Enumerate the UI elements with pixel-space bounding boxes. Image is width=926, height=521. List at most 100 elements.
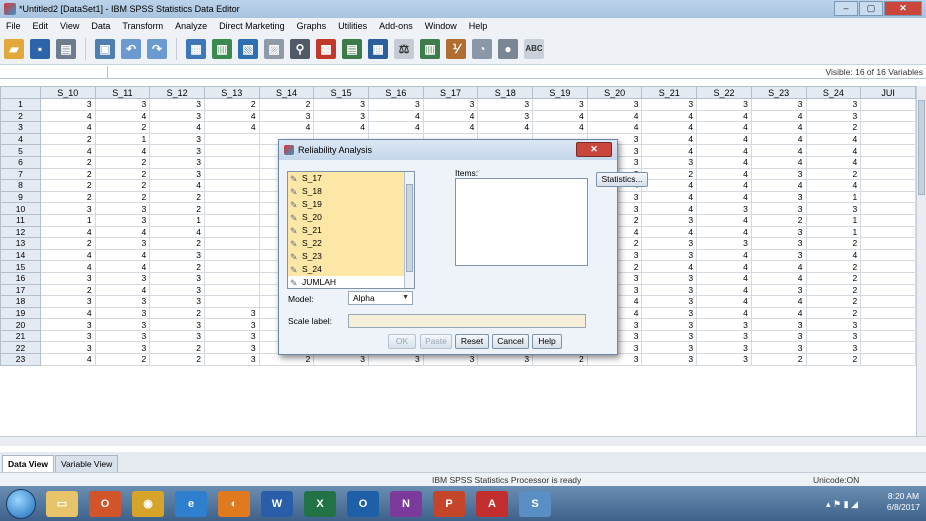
data-cell[interactable]: 2 bbox=[94, 190, 151, 204]
data-cell[interactable]: 4 bbox=[368, 121, 424, 134]
model-select[interactable]: Alpha ▼ bbox=[348, 291, 413, 305]
data-cell[interactable]: 4 bbox=[641, 132, 698, 146]
data-cell[interactable]: 2 bbox=[750, 353, 807, 366]
data-cell[interactable]: 3 bbox=[696, 202, 752, 215]
data-cell[interactable]: 2 bbox=[39, 190, 96, 204]
row-header[interactable]: 3 bbox=[0, 121, 41, 134]
tab-variable-view[interactable]: Variable View bbox=[55, 455, 119, 472]
data-cell[interactable] bbox=[860, 248, 916, 262]
column-header[interactable]: S_21 bbox=[641, 86, 698, 99]
data-cell[interactable] bbox=[203, 295, 260, 308]
data-cell[interactable] bbox=[860, 144, 916, 157]
data-cell[interactable]: 3 bbox=[149, 248, 205, 262]
print-icon[interactable]: ▤ bbox=[56, 38, 76, 59]
data-cell[interactable]: 3 bbox=[696, 237, 752, 250]
row-header[interactable]: 5 bbox=[0, 144, 41, 157]
variable-list-item[interactable]: ✎ JUMLAH bbox=[288, 276, 414, 288]
data-cell[interactable]: 4 bbox=[94, 248, 151, 262]
data-cell[interactable]: 4 bbox=[696, 167, 752, 181]
data-cell[interactable]: 4 bbox=[696, 306, 752, 320]
data-cell[interactable]: 4 bbox=[149, 179, 205, 192]
menu-item-view[interactable]: View bbox=[54, 21, 85, 31]
data-cell[interactable]: 4 bbox=[39, 144, 96, 157]
data-cell[interactable]: 3 bbox=[149, 144, 205, 157]
data-cell[interactable]: 2 bbox=[94, 121, 151, 134]
data-cell[interactable]: 4 bbox=[750, 306, 807, 320]
help-button[interactable]: Help bbox=[532, 334, 562, 349]
data-cell[interactable]: 4 bbox=[94, 225, 151, 239]
variable-list-item[interactable]: ✎ S_19 bbox=[288, 198, 414, 211]
data-cell[interactable]: 3 bbox=[805, 318, 862, 331]
show-all-variables-icon[interactable]: ● bbox=[498, 38, 518, 59]
data-cell[interactable]: 4 bbox=[696, 260, 752, 273]
data-cell[interactable]: 3 bbox=[39, 271, 96, 285]
data-cell[interactable]: 3 bbox=[203, 329, 260, 343]
data-cell[interactable]: 4 bbox=[39, 121, 96, 134]
data-cell[interactable]: 4 bbox=[641, 109, 698, 123]
data-cell[interactable]: 4 bbox=[750, 260, 807, 273]
data-cell[interactable]: 4 bbox=[696, 179, 752, 192]
column-header[interactable]: JUI bbox=[860, 86, 916, 99]
data-cell[interactable]: 2 bbox=[39, 179, 96, 192]
data-cell[interactable]: 3 bbox=[203, 306, 260, 320]
data-cell[interactable]: 4 bbox=[149, 121, 205, 134]
clock[interactable]: 8:20 AM 6/8/2017 bbox=[887, 491, 920, 513]
open-folder-icon[interactable]: ▰ bbox=[4, 38, 24, 59]
data-cell[interactable]: 4 bbox=[696, 248, 752, 262]
variable-list-item[interactable]: ✎ S_18 bbox=[288, 185, 414, 198]
data-cell[interactable]: 2 bbox=[805, 121, 862, 134]
data-cell[interactable]: 2 bbox=[805, 306, 862, 320]
data-cell[interactable]: 3 bbox=[368, 353, 424, 366]
data-cell[interactable] bbox=[860, 306, 916, 320]
column-header[interactable]: S_14 bbox=[258, 86, 315, 99]
data-cell[interactable]: 4 bbox=[586, 121, 643, 134]
data-cell[interactable] bbox=[203, 202, 260, 215]
data-cell[interactable]: 4 bbox=[39, 109, 96, 123]
statistics-button[interactable]: Statistics... bbox=[596, 172, 648, 187]
data-cell[interactable]: 3 bbox=[94, 318, 151, 331]
column-header[interactable]: S_19 bbox=[532, 86, 588, 99]
data-cell[interactable] bbox=[203, 271, 260, 285]
data-cell[interactable]: 3 bbox=[149, 318, 205, 331]
menu-item-window[interactable]: Window bbox=[419, 21, 463, 31]
data-cell[interactable]: 3 bbox=[586, 98, 643, 111]
data-cell[interactable]: 2 bbox=[805, 283, 862, 297]
data-cell[interactable]: 3 bbox=[149, 109, 205, 123]
data-cell[interactable]: 3 bbox=[94, 295, 151, 308]
scroll-thumb[interactable] bbox=[918, 100, 925, 195]
firefox-icon[interactable]: ◐ bbox=[218, 490, 250, 517]
dialog-recall-icon[interactable]: ▣ bbox=[95, 38, 115, 59]
data-cell[interactable]: 3 bbox=[750, 329, 807, 343]
data-cell[interactable]: 3 bbox=[203, 353, 260, 366]
data-cell[interactable] bbox=[203, 155, 260, 169]
data-cell[interactable] bbox=[860, 190, 916, 204]
data-cell[interactable]: 3 bbox=[641, 98, 698, 111]
row-header[interactable]: 9 bbox=[0, 190, 41, 204]
data-cell[interactable]: 3 bbox=[39, 318, 96, 331]
data-cell[interactable]: 3 bbox=[149, 295, 205, 308]
data-cell[interactable] bbox=[860, 132, 916, 146]
spss-taskbar-icon[interactable]: S bbox=[519, 490, 551, 517]
data-cell[interactable]: 2 bbox=[149, 190, 205, 204]
data-cell[interactable]: 4 bbox=[750, 144, 807, 157]
data-cell[interactable]: 4 bbox=[750, 179, 807, 192]
data-cell[interactable]: 3 bbox=[750, 190, 807, 204]
menu-item-add-ons[interactable]: Add-ons bbox=[373, 21, 419, 31]
data-cell[interactable] bbox=[860, 271, 916, 285]
data-cell[interactable]: 3 bbox=[805, 341, 862, 355]
chrome-icon[interactable]: ◉ bbox=[132, 490, 164, 517]
data-cell[interactable]: 4 bbox=[805, 248, 862, 262]
row-header[interactable]: 15 bbox=[0, 260, 41, 273]
data-cell[interactable]: 4 bbox=[39, 225, 96, 239]
save-icon[interactable]: ▪ bbox=[30, 38, 50, 59]
data-cell[interactable]: 3 bbox=[94, 237, 151, 250]
data-cell[interactable]: 3 bbox=[750, 283, 807, 297]
data-cell[interactable]: 3 bbox=[750, 202, 807, 215]
row-header[interactable]: 17 bbox=[0, 283, 41, 297]
data-cell[interactable]: 2 bbox=[149, 260, 205, 273]
data-cell[interactable]: 3 bbox=[750, 98, 807, 111]
data-cell[interactable]: 1 bbox=[805, 225, 862, 239]
data-cell[interactable]: 3 bbox=[805, 109, 862, 123]
data-cell[interactable]: 4 bbox=[477, 121, 534, 134]
data-cell[interactable]: 2 bbox=[94, 179, 151, 192]
